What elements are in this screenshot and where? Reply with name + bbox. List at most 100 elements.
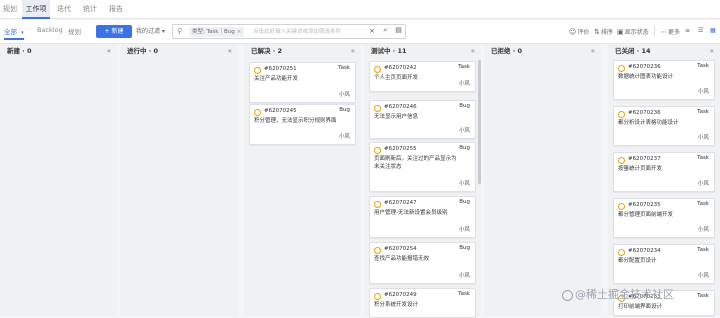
card-id: #62070246: [384, 104, 417, 110]
tab-iterations[interactable]: 迭代: [52, 0, 76, 19]
task-card[interactable]: #62070234 Task 都分配置页设计 小风: [613, 244, 715, 284]
column-header: 新建 · 0 «: [0, 44, 117, 58]
display-tool[interactable]: ▣显示状态: [617, 27, 649, 36]
task-card[interactable]: #62070251 Task 关注产品功能开发 小风: [249, 62, 356, 103]
collapse-icon[interactable]: «: [471, 44, 475, 58]
status-circle-icon: [254, 67, 261, 74]
toolbar: 全部 ▾ Backlog 规划 + 新建 我的过滤 ▾ ⚲ 类型: Task｜B…: [0, 20, 720, 44]
card-id: #62070235: [628, 202, 661, 208]
card-id: #62070236: [628, 64, 661, 70]
advanced-filter-icon[interactable]: ▤: [393, 26, 404, 37]
chip-close-icon[interactable]: ×: [237, 29, 242, 35]
rate-tool[interactable]: ☺评价: [569, 27, 589, 36]
card-type: Task: [697, 155, 709, 161]
task-card[interactable]: #62070247 Bug 用户管理-无法新设置会员级别 小风: [369, 196, 476, 238]
smile-icon: ☺: [569, 28, 577, 36]
column-title: 已解决 · 2: [251, 47, 283, 55]
new-button[interactable]: + 新建: [96, 25, 132, 38]
card-type: Task: [458, 291, 470, 297]
card-title: 积分系统开发设计: [374, 302, 419, 308]
tab-statistics[interactable]: 统计: [78, 0, 102, 19]
card-assignee: 小风: [697, 227, 709, 233]
card-assignee: 小风: [697, 273, 709, 279]
card-id: #62070247: [384, 200, 417, 206]
card-title: 数据统计图表功能设计: [618, 74, 674, 80]
task-card[interactable]: #62070242 Task 个人主页页面开发 小风: [369, 61, 476, 92]
column-scrollbar[interactable]: [478, 60, 481, 184]
filter-select[interactable]: 我的过滤 ▾: [136, 25, 170, 38]
column-header: 测试中 · 11 «: [364, 44, 481, 58]
card-assignee: 小风: [458, 81, 470, 87]
list-view-icon[interactable]: ≡: [685, 27, 690, 34]
more-label: 更多: [668, 29, 681, 36]
board-view-icon[interactable]: ▦: [710, 27, 716, 34]
watermark-logo-icon: [562, 289, 573, 301]
view-tab-plan[interactable]: 规划: [68, 26, 81, 36]
column-title: 已拒绝 · 0: [491, 47, 523, 55]
card-title: 查找产品功能报错无效: [374, 256, 430, 262]
sort-icon: ⇅: [594, 28, 600, 36]
status-circle-icon: [374, 147, 381, 154]
collapse-icon[interactable]: «: [351, 44, 355, 58]
display-icon: ▣: [617, 28, 624, 36]
collapse-icon[interactable]: «: [591, 44, 595, 58]
card-type: Task: [697, 293, 709, 299]
collapse-icon[interactable]: «: [107, 44, 111, 58]
task-card[interactable]: #62070235 Task 都分管理页面前端开发小风: [613, 198, 715, 238]
table-view-icon[interactable]: ☰: [698, 27, 703, 34]
board-column: 进行中 · 0 «: [120, 44, 238, 316]
view-tab-label: 全部: [4, 28, 17, 36]
card-assignee: 小风: [458, 273, 470, 279]
task-card[interactable]: #62070254 Bug 查找产品功能报错无效 小风: [369, 242, 476, 284]
column-header: 进行中 · 0 «: [120, 44, 238, 58]
card-type: Bug: [459, 245, 470, 251]
card-title: 都分析设计表格功能设计: [618, 120, 679, 126]
sort-tool[interactable]: ⇅排序: [594, 27, 613, 36]
task-card[interactable]: #62070237 Task 按量统计页面开发 小风: [613, 152, 715, 192]
card-title: 页面刷新后，关注过的产品显示为未关注状态: [374, 156, 457, 170]
task-card[interactable]: #62070249 Task 积分系统开发设计: [369, 288, 476, 318]
card-id: #62070245: [264, 108, 297, 114]
card-assignee: 小风: [697, 181, 709, 187]
collapse-icon[interactable]: «: [228, 44, 232, 58]
status-circle-icon: [618, 157, 625, 164]
card-id: #62070234: [628, 248, 661, 254]
more-tool[interactable]: ⋯更多: [660, 27, 680, 36]
card-type: Task: [458, 64, 470, 70]
status-circle-icon: [254, 109, 261, 116]
view-tab-backlog[interactable]: Backlog: [37, 26, 63, 34]
sort-label: 排序: [600, 29, 613, 36]
collapse-icon[interactable]: «: [710, 44, 714, 58]
status-circle-icon: [374, 201, 381, 208]
search-placeholder[interactable]: 点击此处输入关键词或添加筛选条件: [253, 27, 341, 37]
board-column: 新建 · 0 «: [0, 44, 117, 316]
card-type: Task: [697, 109, 709, 115]
task-card[interactable]: #62070246 Bug 无法显示用户信息 小风: [369, 100, 476, 139]
card-title: 个人主页页面开发: [374, 75, 419, 81]
tab-workitems[interactable]: 工作项: [22, 0, 50, 19]
task-card[interactable]: #62070255 Bug 页面刷新后，关注过的产品显示为未关注状态 小风: [369, 142, 476, 192]
task-card[interactable]: #62070236 Task 数据统计图表功能设计 小风: [613, 60, 715, 100]
board-column: 已解决 · 2 «#62070251 Task 关注产品功能开发 小风 #62070245…: [244, 44, 361, 316]
search-button-icon[interactable]: ⌕: [380, 26, 391, 37]
card-type: Task: [697, 201, 709, 207]
filter-chip[interactable]: 类型: Task｜Bug ×: [189, 27, 245, 37]
tab-reports[interactable]: 报告: [104, 0, 128, 19]
search-box[interactable]: ⚲ 类型: Task｜Bug × 点击此处输入关键词或添加筛选条件 × ⌕ ▤: [172, 24, 406, 39]
task-card[interactable]: #62070245 Bug 积分管理，无法显示积分规则界面 小风: [249, 104, 356, 145]
column-title: 进行中 · 0: [127, 47, 159, 55]
card-type: Bug: [459, 199, 470, 205]
tab-plan[interactable]: 规划: [0, 0, 20, 19]
card-id: #62070255: [384, 146, 417, 152]
divider: [654, 26, 655, 37]
card-title: 关注产品功能开发: [254, 76, 299, 82]
rate-label: 评价: [577, 29, 590, 36]
board-column: 已关闭 · 14 «#62070236 Task 数据统计图表功能设计 小风 #62070…: [608, 44, 720, 316]
task-card[interactable]: #62070236 Task 都分析设计表格功能设计 小风: [613, 106, 715, 146]
card-title: 按量统计页面开发: [618, 166, 663, 172]
view-tab-all[interactable]: 全部 ▾: [4, 26, 24, 40]
top-nav: 规划 工作项 迭代 统计 报告: [0, 0, 720, 19]
card-title: 都分配置页设计: [618, 258, 657, 264]
card-title: 都分管理页面前端开发: [618, 212, 674, 218]
clear-icon[interactable]: ×: [369, 27, 375, 35]
